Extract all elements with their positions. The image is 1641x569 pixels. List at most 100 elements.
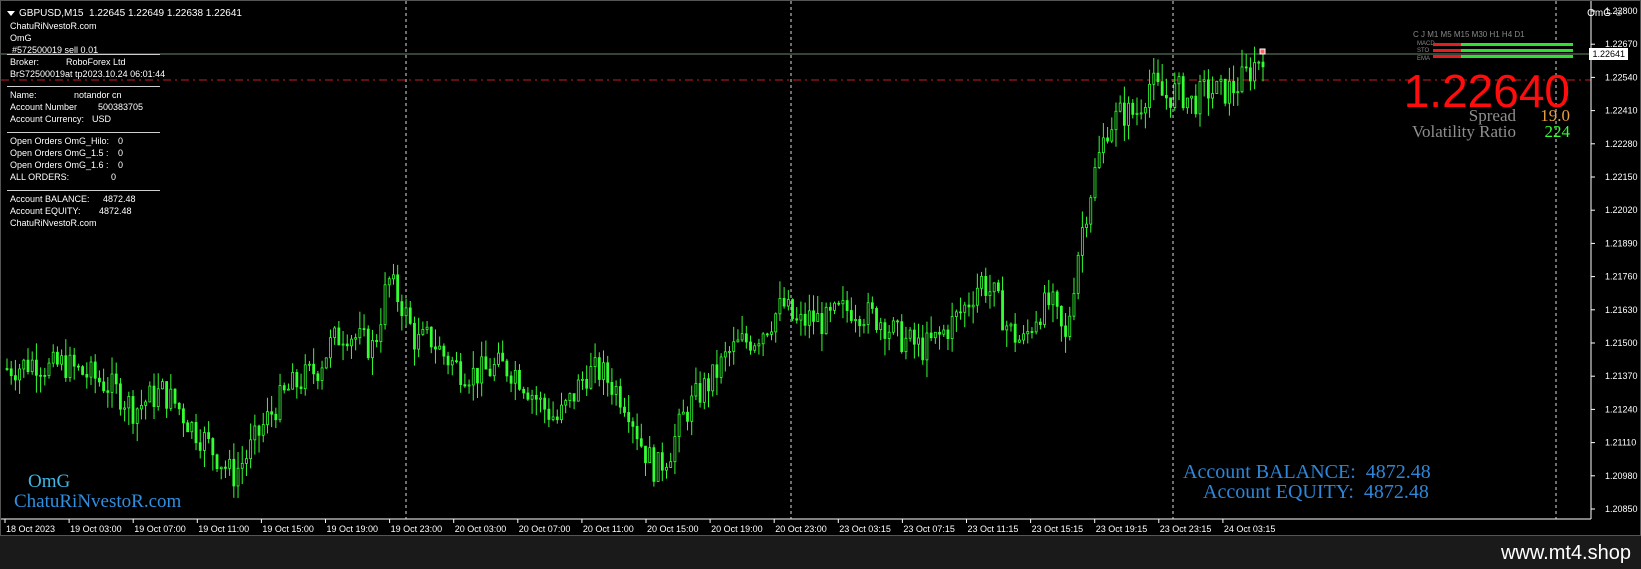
candle bbox=[518, 364, 521, 391]
candle bbox=[396, 264, 400, 312]
candle bbox=[967, 292, 971, 317]
candle bbox=[350, 335, 353, 359]
candle bbox=[1139, 99, 1143, 120]
candle bbox=[862, 318, 866, 334]
broker-label: Broker: bbox=[10, 57, 40, 67]
candle bbox=[723, 341, 727, 372]
candle bbox=[140, 389, 143, 420]
order-lines bbox=[1, 53, 1591, 81]
candle bbox=[547, 398, 551, 428]
watermark-omg: OmG bbox=[28, 471, 71, 492]
price-axis: 1.228001.226701.225401.224101.222801.221… bbox=[1590, 1, 1638, 519]
candle bbox=[1026, 319, 1030, 344]
candle bbox=[127, 391, 131, 426]
candle bbox=[954, 309, 958, 332]
info-site-footer: ChatuRiNvestoR.com bbox=[10, 218, 97, 228]
candle bbox=[992, 282, 996, 307]
candle bbox=[513, 360, 517, 401]
candle bbox=[1118, 95, 1122, 113]
candle bbox=[329, 329, 332, 368]
candle bbox=[526, 387, 530, 402]
candle bbox=[698, 371, 702, 408]
candle bbox=[1089, 195, 1093, 233]
candle bbox=[870, 296, 874, 314]
candle bbox=[1101, 123, 1105, 164]
candle bbox=[618, 378, 622, 414]
time-tick-label: 23 Oct 03:15 bbox=[839, 524, 891, 534]
candle bbox=[946, 324, 950, 351]
candle bbox=[1227, 67, 1231, 116]
candle bbox=[1059, 305, 1063, 342]
candle bbox=[72, 348, 76, 380]
candle bbox=[211, 437, 215, 471]
candle bbox=[812, 295, 815, 335]
open-orders-label: Open Orders OmG_Hilo: bbox=[10, 136, 110, 146]
candle bbox=[320, 360, 324, 390]
candle bbox=[60, 349, 64, 371]
candle bbox=[434, 329, 437, 364]
site-url[interactable]: www.mt4.shop bbox=[1501, 542, 1631, 565]
candle bbox=[438, 336, 442, 350]
candle bbox=[1122, 86, 1126, 141]
candle bbox=[917, 323, 920, 357]
candle bbox=[602, 350, 605, 395]
candle bbox=[345, 334, 349, 351]
candle bbox=[988, 274, 992, 309]
candle bbox=[47, 358, 51, 379]
candle bbox=[471, 351, 475, 401]
candle bbox=[1030, 327, 1034, 339]
candle bbox=[807, 294, 811, 339]
candle bbox=[686, 406, 689, 431]
candle bbox=[736, 329, 740, 343]
candle bbox=[564, 398, 568, 414]
candle bbox=[560, 392, 563, 424]
candle bbox=[1206, 69, 1210, 116]
candle bbox=[203, 426, 206, 468]
candle bbox=[921, 324, 925, 365]
candle bbox=[786, 290, 790, 311]
indicator-corner-label[interactable]: OmG ☺ bbox=[1587, 8, 1624, 19]
time-tick-label: 18 Oct 2023 bbox=[6, 524, 55, 534]
candle bbox=[1156, 59, 1160, 86]
candle bbox=[148, 381, 152, 403]
account-currency-label: Account Currency: bbox=[10, 114, 85, 124]
candle bbox=[669, 452, 673, 468]
symbol-header: GBPUSD,M15 1.22645 1.22649 1.22638 1.226… bbox=[7, 8, 242, 19]
candle bbox=[581, 371, 584, 390]
candle bbox=[522, 386, 526, 399]
candle bbox=[904, 326, 908, 360]
candle bbox=[1001, 276, 1004, 331]
candle bbox=[879, 317, 883, 341]
collapse-icon[interactable] bbox=[7, 10, 15, 16]
candle bbox=[950, 302, 954, 352]
candle bbox=[1257, 60, 1261, 71]
time-tick-label: 23 Oct 11:15 bbox=[968, 524, 1019, 534]
candle bbox=[190, 420, 194, 439]
candle bbox=[765, 332, 769, 338]
candle bbox=[295, 369, 299, 399]
candle bbox=[631, 417, 635, 444]
candle bbox=[1085, 216, 1088, 238]
equity-value: 4872.48 bbox=[99, 206, 132, 216]
candle bbox=[257, 424, 261, 453]
candle bbox=[106, 377, 110, 408]
candle bbox=[1185, 97, 1189, 114]
candle bbox=[744, 325, 748, 349]
candle bbox=[337, 320, 341, 346]
candle bbox=[387, 276, 391, 298]
candle bbox=[858, 315, 862, 337]
candle bbox=[1181, 72, 1185, 111]
candle bbox=[971, 291, 975, 324]
candle bbox=[35, 343, 38, 393]
candle bbox=[1072, 277, 1076, 321]
candlestick-chart[interactable]: 1.228001.226701.225401.224101.222801.221… bbox=[1, 1, 1641, 537]
chart-window[interactable]: 1.22800 1.22670 1.22540 1.22410 1.22280 1.221… bbox=[0, 0, 1641, 536]
candle bbox=[371, 329, 374, 375]
price-tick-label: 1.22150 bbox=[1605, 172, 1638, 182]
candle bbox=[270, 395, 274, 428]
candle bbox=[303, 354, 307, 396]
candle bbox=[849, 297, 853, 324]
price-tick-label: 1.22540 bbox=[1605, 72, 1638, 82]
candle bbox=[627, 394, 631, 433]
candle bbox=[463, 373, 467, 388]
